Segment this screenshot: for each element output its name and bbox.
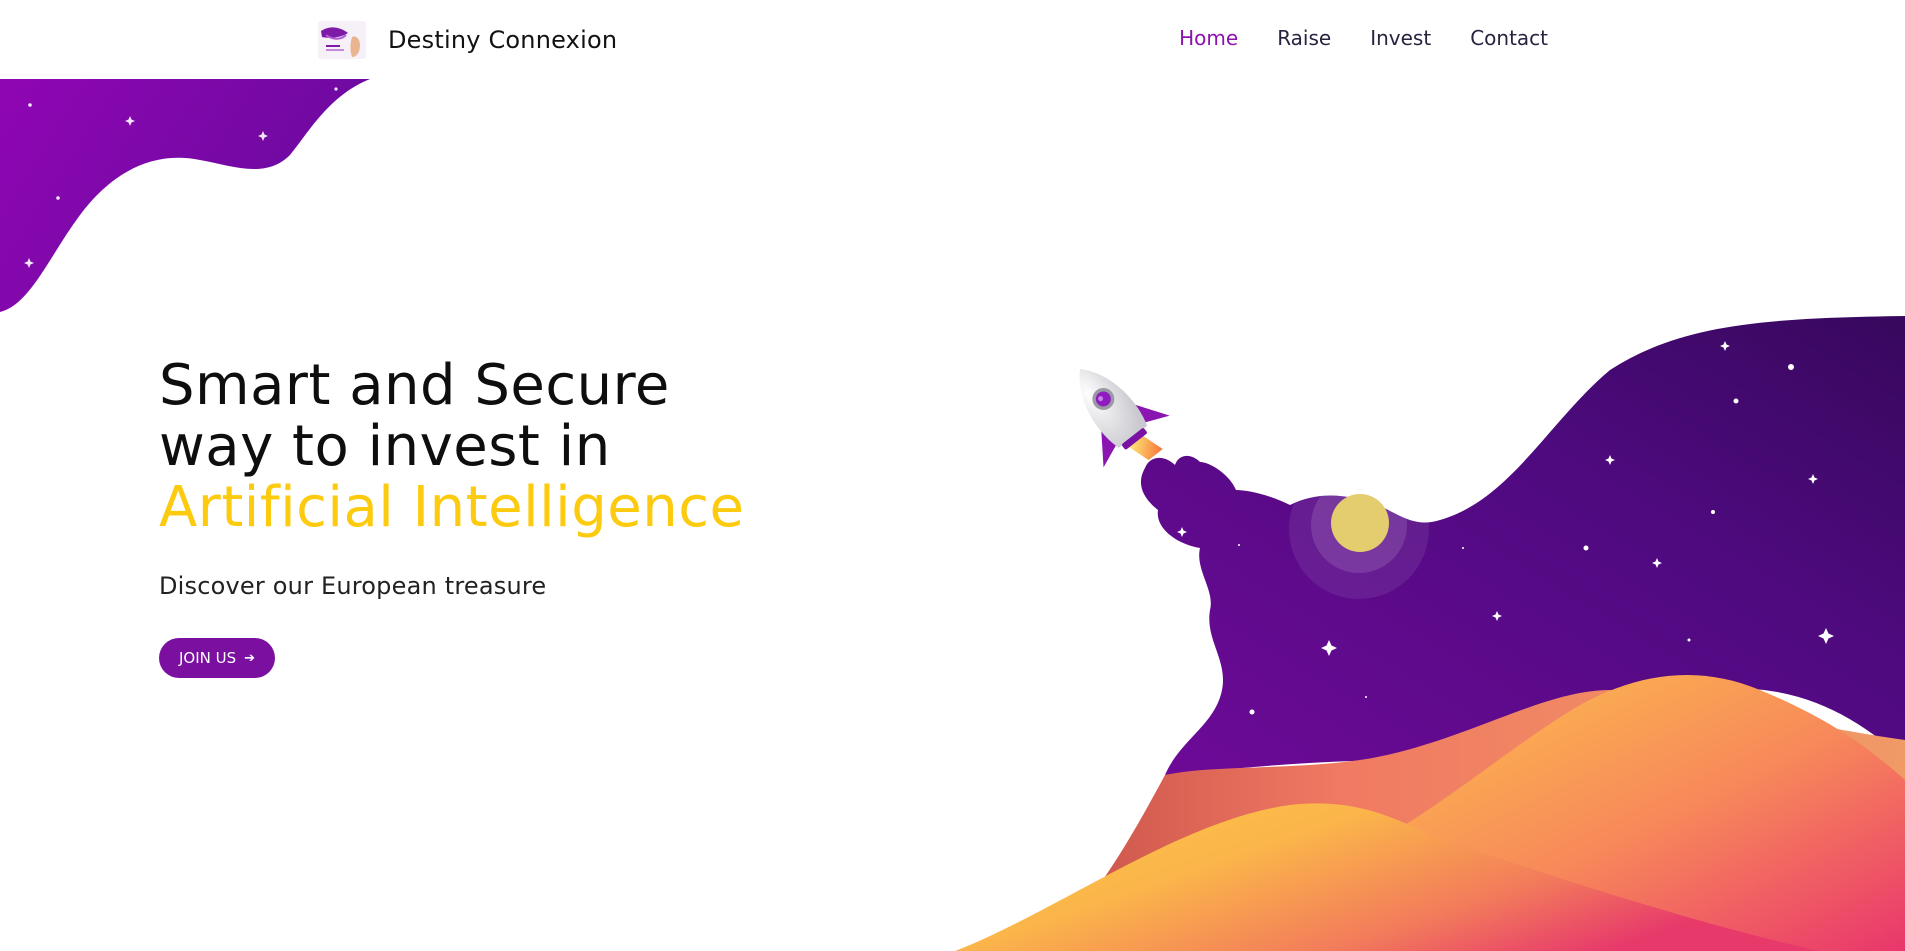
hero-title-line-2: way to invest in: [159, 414, 611, 479]
hero-title-accent: Artificial Intelligence: [159, 475, 745, 540]
hero-section: Smart and Secure way to invest in Artifi…: [159, 355, 799, 678]
moon: [1289, 459, 1429, 599]
arrow-right-icon: ➔: [244, 650, 256, 666]
site-header: Destiny Connexion Home Raise Invest Cont…: [0, 0, 1905, 78]
join-us-button[interactable]: JOIN US ➔: [159, 638, 276, 678]
nav-item-home[interactable]: Home: [1179, 26, 1238, 50]
hero-subtitle: Discover our European treasure: [159, 572, 547, 600]
hero-title-line-1: Smart and Secure: [159, 353, 670, 418]
nav-item-invest[interactable]: Invest: [1370, 26, 1431, 50]
brand-name: Destiny Connexion: [388, 26, 618, 54]
main-nav: Home Raise Invest Contact: [1179, 26, 1548, 50]
nav-item-contact[interactable]: Contact: [1470, 26, 1548, 50]
hero-title: Smart and Secure way to invest in Artifi…: [159, 355, 799, 538]
destiny-connexion-logo-icon: [318, 21, 366, 59]
brand-link[interactable]: Destiny Connexion: [318, 20, 617, 60]
top-left-wave: [0, 79, 370, 312]
join-us-label: JOIN US: [179, 649, 237, 667]
nav-item-raise[interactable]: Raise: [1277, 26, 1331, 50]
